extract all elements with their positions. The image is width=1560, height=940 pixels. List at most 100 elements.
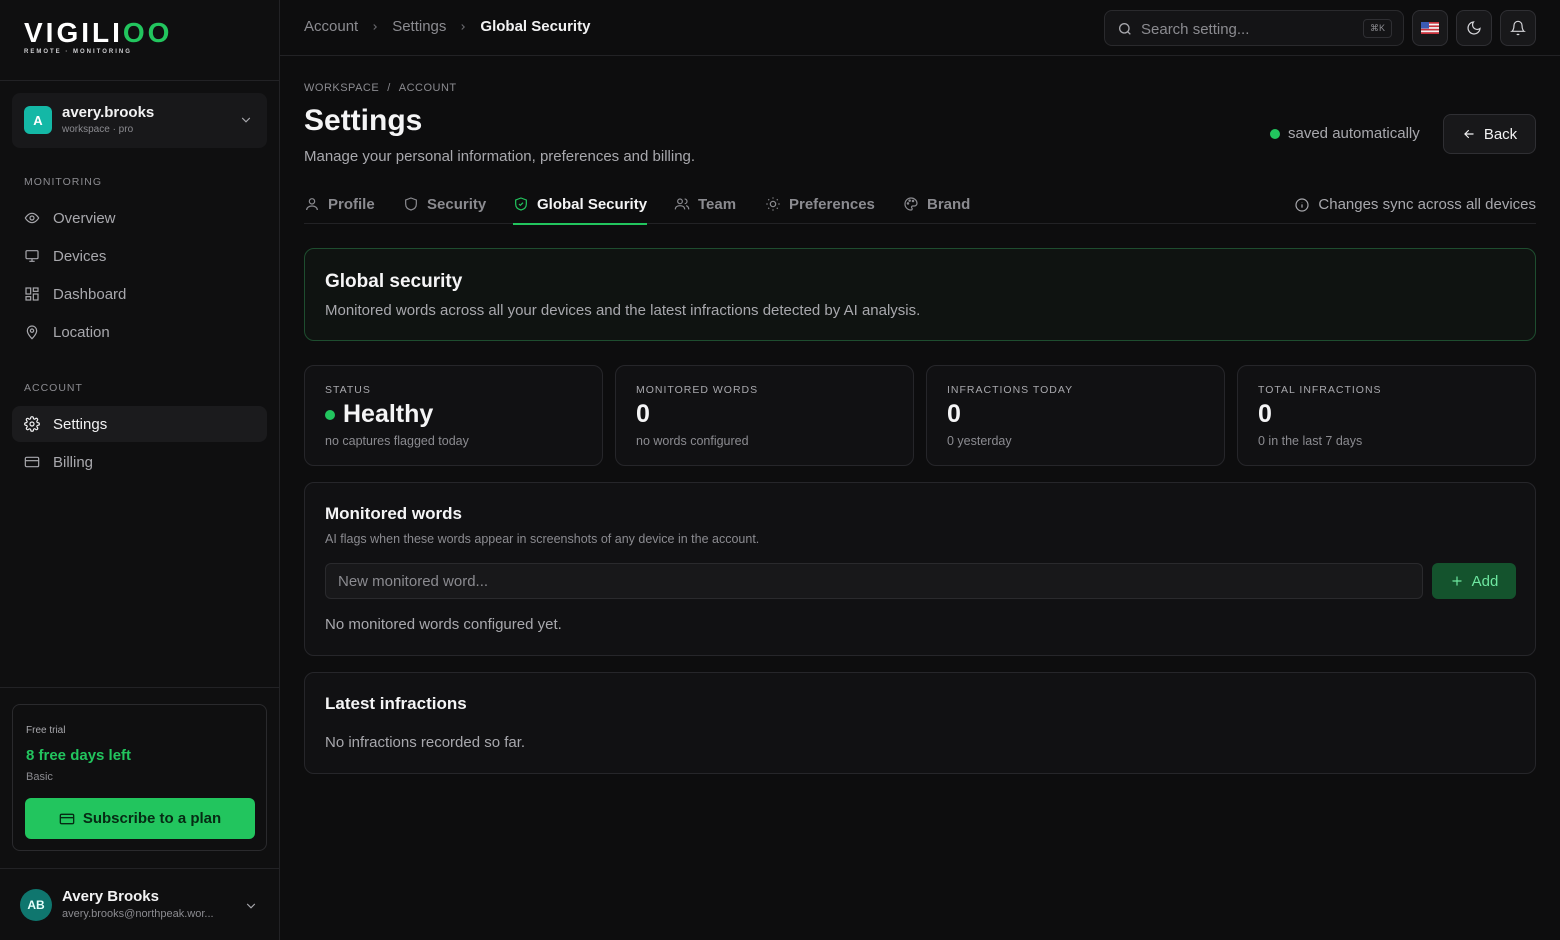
section-label-account: ACCOUNT	[24, 382, 83, 394]
sidebar-item-label: Dashboard	[53, 285, 127, 303]
stat-value: 0	[1258, 400, 1272, 428]
back-button-label: Back	[1483, 125, 1518, 143]
plus-icon	[1450, 574, 1464, 588]
monitored-words-card: Monitored words AI flags when these word…	[304, 482, 1536, 656]
sidebar-item-dashboard[interactable]: Dashboard	[12, 276, 267, 312]
user-email: avery.brooks@northpeak.wor...	[62, 908, 214, 920]
trial-label: Free trial	[26, 725, 66, 736]
moon-icon	[1466, 20, 1482, 36]
search-icon	[1117, 21, 1133, 37]
brand-logo[interactable]: VIGILIOO REMOTE · MONITORING	[24, 18, 172, 58]
stat-label: INFRACTIONS TODAY	[947, 384, 1074, 396]
tab-label: Brand	[927, 196, 971, 213]
stat-card-status: STATUS Healthy no captures flagged today	[304, 365, 603, 466]
back-button[interactable]: Back	[1443, 114, 1536, 154]
trial-days-left: 8 free days left	[26, 747, 132, 764]
info-icon	[1294, 197, 1310, 213]
sidebar-item-settings[interactable]: Settings	[12, 406, 267, 442]
sun-icon	[765, 196, 781, 212]
workspace-plan: workspace · pro	[62, 124, 134, 135]
shield-check-icon	[513, 196, 529, 212]
tab-brand[interactable]: Brand	[903, 192, 970, 224]
sidebar: VIGILIOO REMOTE · MONITORING A avery.bro…	[0, 0, 280, 940]
chevron-right-icon	[458, 22, 468, 32]
dashboard-grid-icon	[24, 286, 40, 302]
breadcrumb-current: Global Security	[480, 18, 591, 35]
autosave-status: saved automatically	[1270, 125, 1420, 142]
brand-name: VIGILIOO	[24, 17, 173, 48]
trial-card: Free trial 8 free days left Basic Subscr…	[12, 704, 267, 851]
chevron-down-icon	[244, 899, 258, 913]
map-pin-icon	[24, 324, 40, 340]
empty-state: No infractions recorded so far.	[325, 734, 526, 751]
page-title: Settings	[304, 104, 423, 137]
monitored-word-input[interactable]	[325, 563, 1423, 599]
status-dot-icon	[325, 409, 335, 420]
users-icon	[674, 196, 690, 212]
credit-card-icon	[59, 811, 75, 827]
sync-note-label: Changes sync across all devices	[1318, 196, 1536, 213]
search-input[interactable]	[1141, 19, 1361, 39]
empty-state: No monitored words configured yet.	[325, 616, 562, 633]
tab-label: Preferences	[789, 196, 875, 213]
language-button[interactable]	[1412, 10, 1448, 46]
sidebar-item-label: Location	[53, 323, 110, 341]
trial-plan: Basic	[26, 771, 53, 783]
stat-label: MONITORED WORDS	[636, 384, 759, 396]
tab-global-security[interactable]: Global Security	[513, 192, 648, 225]
add-button-label: Add	[1471, 572, 1499, 590]
stat-label: TOTAL INFRACTIONS	[1258, 384, 1382, 396]
stat-value: 0	[947, 400, 961, 428]
sidebar-item-label: Overview	[53, 209, 116, 227]
bell-icon	[1510, 20, 1526, 36]
notifications-button[interactable]	[1500, 10, 1536, 46]
workspace-name: avery.brooks	[62, 104, 155, 121]
stat-card-monitored-words: MONITORED WORDS 0 no words configured	[615, 365, 914, 466]
stat-label: STATUS	[325, 384, 371, 396]
tab-label: Profile	[328, 196, 375, 213]
tab-security[interactable]: Security	[403, 192, 486, 224]
stat-note: no words configured	[636, 434, 749, 448]
status-dot-icon	[1270, 128, 1280, 139]
theme-toggle-button[interactable]	[1456, 10, 1492, 46]
kicker-workspace: WORKSPACE	[304, 82, 380, 94]
section-label-monitoring: MONITORING	[24, 176, 103, 188]
add-word-button[interactable]: Add	[1432, 563, 1516, 599]
autosave-label: saved automatically	[1288, 125, 1420, 142]
eye-icon	[24, 210, 40, 226]
page-subtitle: Manage your personal information, prefer…	[304, 148, 696, 165]
gear-icon	[24, 416, 40, 432]
sidebar-item-location[interactable]: Location	[12, 314, 267, 350]
sidebar-item-billing[interactable]: Billing	[12, 444, 267, 480]
shield-icon	[403, 196, 419, 212]
tab-team[interactable]: Team	[674, 192, 736, 224]
stat-card-total-infractions: TOTAL INFRACTIONS 0 0 in the last 7 days	[1237, 365, 1536, 466]
avatar: AB	[20, 889, 52, 921]
card-title: Monitored words	[325, 504, 462, 523]
tab-profile[interactable]: Profile	[304, 192, 375, 224]
banner-title: Global security	[325, 271, 463, 292]
tab-preferences[interactable]: Preferences	[765, 192, 875, 224]
kicker-separator: /	[387, 82, 391, 94]
chevron-down-icon	[239, 113, 253, 127]
breadcrumb-account[interactable]: Account	[304, 18, 358, 35]
sidebar-divider	[0, 687, 280, 688]
workspace-switcher[interactable]: A avery.brooks workspace · pro	[12, 93, 267, 148]
status-value: Healthy	[343, 400, 434, 428]
sidebar-divider	[0, 80, 280, 81]
stat-value: Healthy	[325, 400, 433, 429]
sidebar-item-overview[interactable]: Overview	[12, 200, 267, 236]
search-box[interactable]: ⌘K	[1104, 10, 1404, 46]
sidebar-item-label: Billing	[53, 453, 94, 471]
breadcrumb-settings[interactable]: Settings	[392, 18, 446, 35]
user-icon	[304, 196, 320, 212]
kicker-account: ACCOUNT	[398, 82, 457, 94]
us-flag-icon	[1421, 22, 1439, 34]
card-title: Latest infractions	[325, 694, 467, 713]
latest-infractions-card: Latest infractions No infractions record…	[304, 672, 1536, 774]
breadcrumb: Account Settings Global Security	[304, 18, 590, 35]
subscribe-button[interactable]: Subscribe to a plan	[25, 798, 255, 839]
user-menu[interactable]: AB Avery Brooks avery.brooks@northpeak.w…	[0, 868, 280, 940]
credit-card-icon	[24, 454, 40, 470]
sidebar-item-devices[interactable]: Devices	[12, 238, 267, 274]
